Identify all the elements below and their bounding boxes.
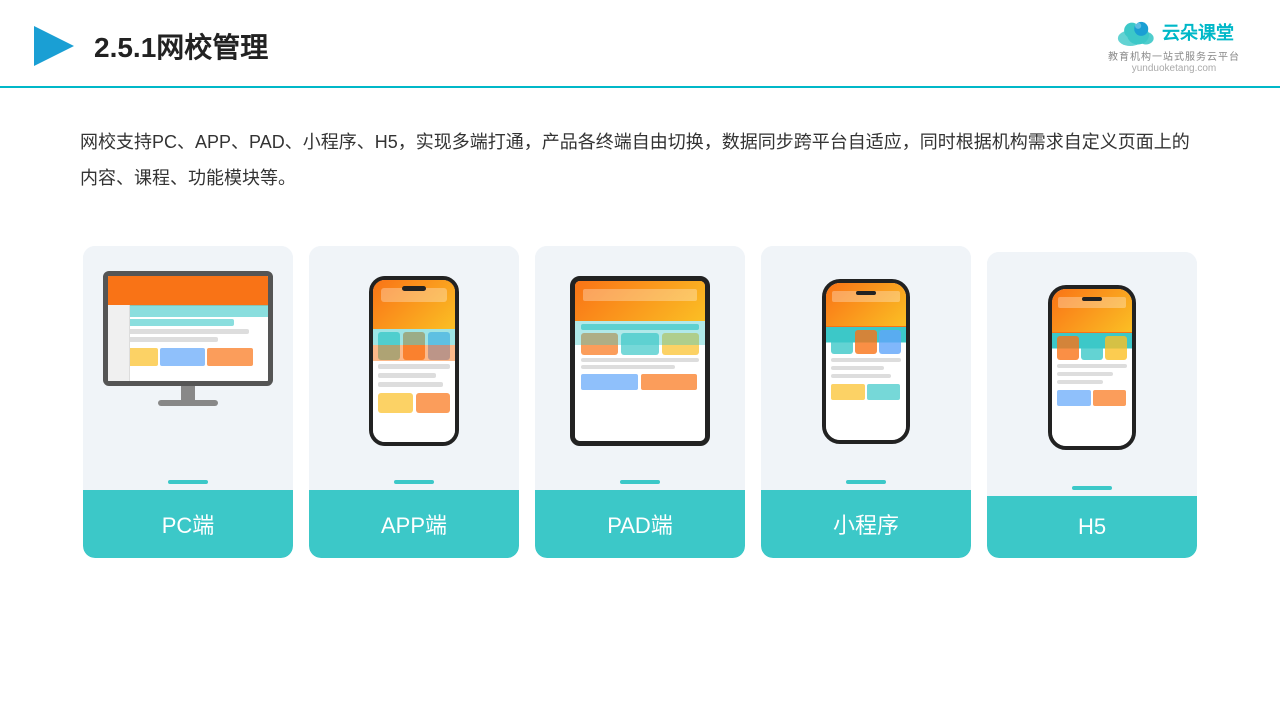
card-miniapp-top-line: [846, 480, 886, 484]
app-image-area: [309, 246, 519, 466]
header: 2.5.1网校管理 云朵课堂 教育机构一站式服务云平台 yunduoketang…: [0, 0, 1280, 88]
h5-image-area: [987, 252, 1197, 472]
card-miniapp: 小程序: [761, 246, 971, 558]
card-pad-label: PAD端: [535, 490, 745, 558]
card-pc: PC端: [83, 246, 293, 558]
card-pad-top-line: [620, 480, 660, 484]
card-miniapp-label: 小程序: [761, 490, 971, 558]
pad-tablet: [570, 276, 710, 446]
card-app-label: APP端: [309, 490, 519, 558]
h5-phone: [1048, 285, 1136, 450]
card-app: APP端: [309, 246, 519, 558]
pc-monitor: [98, 271, 278, 451]
play-icon: [30, 22, 78, 70]
card-pc-top-line: [168, 480, 208, 484]
page-title: 2.5.1网校管理: [94, 26, 268, 66]
logo-cloud: 云朵课堂: [1114, 18, 1234, 46]
card-app-top-line: [394, 480, 434, 484]
logo-brand: 云朵课堂: [1162, 19, 1234, 45]
cloud-icon: [1114, 18, 1156, 46]
cards-container: PC端: [0, 226, 1280, 558]
pc-image-area: [83, 246, 293, 466]
header-left: 2.5.1网校管理: [30, 22, 268, 70]
card-h5-top-line: [1072, 486, 1112, 490]
card-pad: PAD端: [535, 246, 745, 558]
miniapp-phone: [822, 279, 910, 444]
app-phone: [369, 276, 459, 446]
card-h5: H5: [987, 252, 1197, 558]
logo-tagline: 教育机构一站式服务云平台: [1108, 48, 1240, 63]
miniapp-image-area: [761, 246, 971, 466]
pad-image-area: [535, 246, 745, 466]
card-pc-label: PC端: [83, 490, 293, 558]
card-h5-label: H5: [987, 496, 1197, 558]
description-text: 网校支持PC、APP、PAD、小程序、H5，实现多端打通，产品各终端自由切换，数…: [0, 88, 1280, 216]
logo-domain: yunduoketang.com: [1132, 63, 1217, 74]
logo-area: 云朵课堂 教育机构一站式服务云平台 yunduoketang.com: [1108, 18, 1240, 74]
